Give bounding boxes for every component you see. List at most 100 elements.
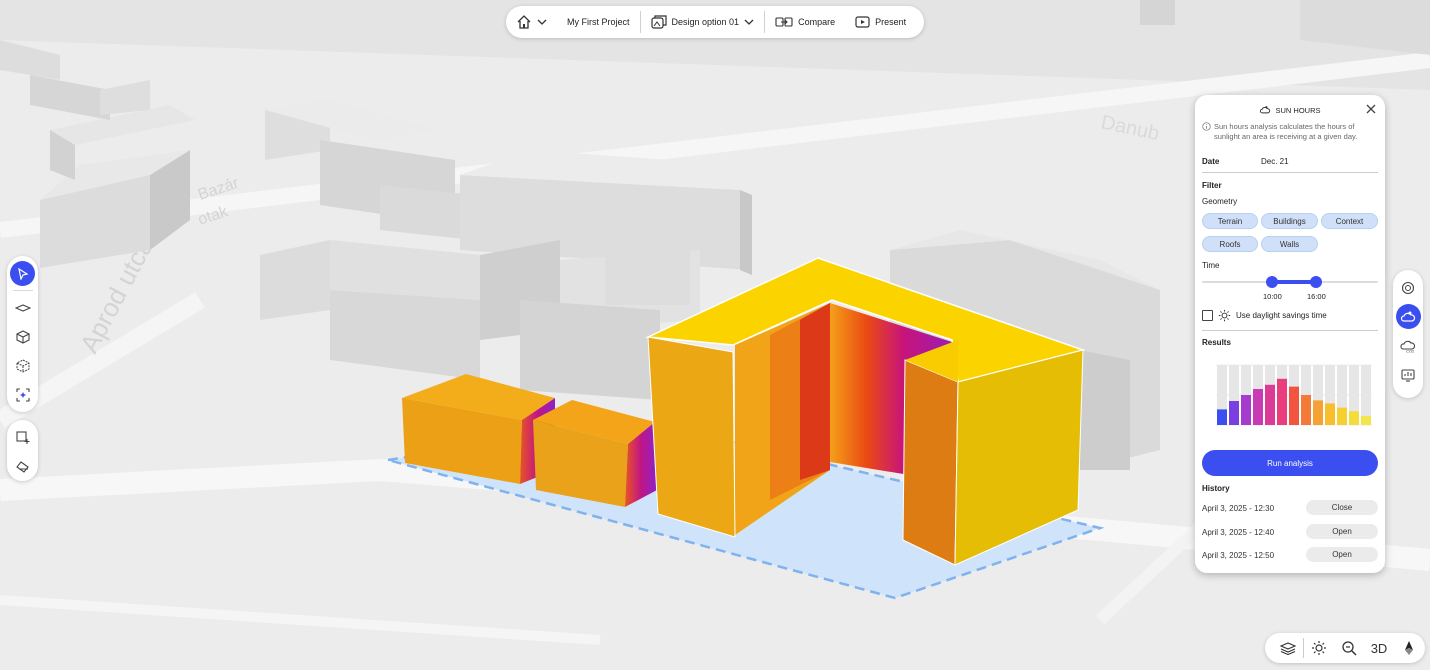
present-icon — [855, 15, 870, 29]
left-toolbar-secondary — [7, 420, 38, 481]
sun-icon — [1311, 640, 1327, 656]
time-start-label: 10:00 — [1263, 292, 1282, 301]
terrain-icon — [14, 302, 31, 314]
chart-bar — [1217, 409, 1227, 425]
divider — [1202, 172, 1378, 173]
history-label: History — [1202, 484, 1230, 493]
chart-bar — [1265, 384, 1275, 425]
chip-roofs[interactable]: Roofs — [1202, 236, 1258, 252]
project-name[interactable]: My First Project — [557, 6, 640, 38]
building-tool-button[interactable] — [10, 324, 35, 349]
home-menu[interactable] — [506, 6, 557, 38]
sun-cloud-icon — [1259, 105, 1271, 115]
daylight-analysis-button[interactable] — [1396, 275, 1421, 300]
history-close-button[interactable]: Close — [1306, 500, 1378, 515]
add-shape-button[interactable] — [10, 426, 35, 451]
ai-select-tool-button[interactable] — [10, 382, 35, 407]
chip-terrain[interactable]: Terrain — [1202, 213, 1258, 229]
left-toolbar — [7, 256, 38, 412]
chart-bar — [1289, 386, 1299, 425]
co2-cloud-icon: CO2 — [1400, 339, 1416, 353]
history-open-button[interactable]: Open — [1306, 547, 1378, 562]
design-option-icon — [650, 15, 667, 29]
right-toolbar: CO2 — [1393, 270, 1423, 398]
slider-start-handle[interactable] — [1266, 276, 1279, 288]
co2-analysis-button[interactable]: CO2 — [1396, 333, 1421, 358]
zoom-icon — [1341, 640, 1357, 656]
daylight-savings-label: Use daylight savings time — [1236, 311, 1327, 320]
view-controls-bar: 3D — [1265, 633, 1425, 663]
compare-button[interactable]: Compare — [765, 6, 845, 38]
history-open-button[interactable]: Open — [1306, 524, 1378, 539]
compare-icon — [775, 16, 793, 28]
history-date: April 3, 2025 - 12:40 — [1202, 528, 1275, 537]
info-text: Sun hours analysis calculates the hours … — [1214, 122, 1358, 141]
time-range-slider[interactable] — [1202, 276, 1378, 288]
sun-cycle-icon — [1401, 281, 1415, 295]
report-button[interactable] — [1396, 362, 1421, 387]
history-date: April 3, 2025 - 12:50 — [1202, 551, 1275, 560]
close-panel-button[interactable] — [1365, 103, 1377, 115]
present-label: Present — [875, 17, 907, 27]
results-label: Results — [1202, 338, 1231, 347]
info-icon — [1202, 122, 1211, 141]
layers-icon — [1279, 641, 1297, 655]
time-label: Time — [1202, 261, 1220, 270]
select-tool-button[interactable] — [10, 261, 35, 286]
filter-label: Filter — [1202, 181, 1222, 190]
daylight-savings-checkbox[interactable] — [1202, 310, 1213, 321]
cursor-icon — [17, 267, 29, 280]
cube-edit-icon — [16, 358, 30, 373]
top-navigation-bar: My First Project Design option 01 Compar… — [506, 6, 924, 38]
date-value[interactable]: Dec. 21 — [1261, 157, 1289, 166]
layers-button[interactable] — [1273, 641, 1303, 655]
sun-settings-button[interactable] — [1304, 640, 1334, 656]
chevron-down-icon — [744, 17, 754, 27]
chart-bar — [1325, 403, 1335, 425]
design-option-label: Design option 01 — [671, 17, 740, 27]
erase-tool-button[interactable] — [10, 455, 35, 480]
chevron-down-icon — [537, 17, 547, 27]
home-icon — [516, 14, 532, 30]
chart-bar — [1253, 389, 1263, 425]
chart-bar — [1229, 401, 1239, 425]
zoom-button[interactable] — [1334, 640, 1364, 656]
view-3d-toggle[interactable]: 3D — [1364, 641, 1394, 656]
chip-walls[interactable]: Walls — [1261, 236, 1318, 252]
chart-bar — [1349, 411, 1359, 425]
terrain-tool-button[interactable] — [10, 295, 35, 320]
slider-end-handle[interactable] — [1310, 276, 1323, 288]
sparkle-select-icon — [15, 387, 30, 402]
divider — [12, 290, 33, 291]
eraser-icon — [15, 460, 30, 474]
panel-info: Sun hours analysis calculates the hours … — [1202, 122, 1378, 141]
report-icon — [1401, 368, 1415, 382]
divider — [1202, 330, 1378, 331]
svg-text:CO2: CO2 — [1406, 348, 1415, 353]
chart-bar — [1361, 416, 1371, 425]
compass-icon — [1404, 640, 1414, 656]
time-end-label: 16:00 — [1307, 292, 1326, 301]
compass-button[interactable] — [1394, 640, 1424, 656]
design-option-selector[interactable]: Design option 01 — [641, 6, 765, 38]
close-icon — [1365, 103, 1377, 115]
sun-icon — [1218, 309, 1231, 322]
geometry-label: Geometry — [1202, 197, 1238, 206]
chart-bar — [1337, 407, 1347, 425]
history-date: April 3, 2025 - 12:30 — [1202, 504, 1275, 513]
run-analysis-button[interactable]: Run analysis — [1202, 450, 1378, 476]
sun-cloud-icon — [1400, 310, 1416, 324]
chart-bar — [1277, 378, 1287, 425]
present-button[interactable]: Present — [845, 6, 916, 38]
sun-hours-button[interactable] — [1395, 304, 1421, 329]
results-chart — [1216, 364, 1372, 426]
sun-hours-panel: SUN HOURS Sun hours analysis calculates … — [1195, 95, 1385, 573]
date-label: Date — [1202, 157, 1220, 166]
add-shape-icon — [15, 431, 30, 445]
mass-tool-button[interactable] — [10, 353, 35, 378]
chip-context[interactable]: Context — [1321, 213, 1378, 229]
compare-label: Compare — [798, 17, 836, 27]
cube-icon — [15, 329, 30, 344]
panel-header: SUN HOURS — [1195, 105, 1385, 115]
chip-buildings[interactable]: Buildings — [1261, 213, 1318, 229]
